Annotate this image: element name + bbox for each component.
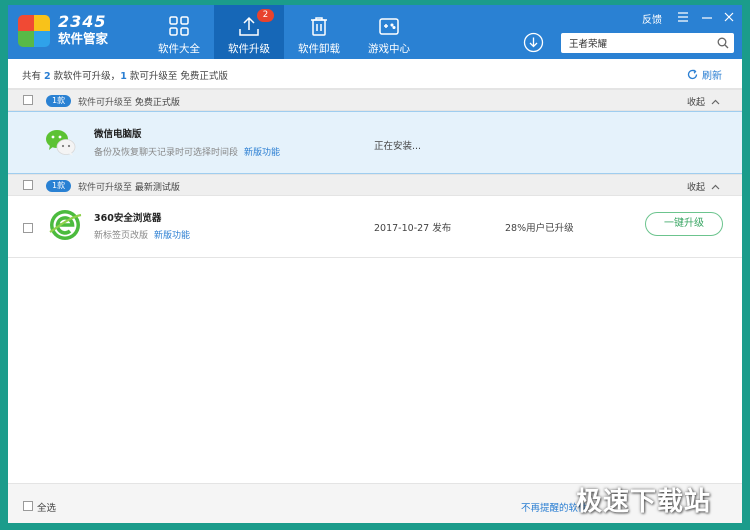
total-count: 2 [44,71,51,82]
app-row-360-browser[interactable]: 360安全浏览器 新标签页改版 新版功能 2017-10-27 发布 28%用户已… [8,196,742,258]
section-free-release: 1款 软件可升级至 免费正式版 收起 [8,89,742,111]
upgrade-summary-bar: 共有 2 款软件可升级，1 款可升级至 免费正式版 刷新 [8,59,742,89]
tab-label: 软件大全 [158,43,200,55]
tab-software-all[interactable]: 软件大全 [144,5,214,59]
brand-name: 软件管家 [58,31,109,46]
summary-text: 款可升级至 免费正式版 [126,71,228,82]
minimize-icon[interactable] [700,10,714,24]
chevron-up-icon [711,99,720,104]
install-status: 正在安装... [374,141,422,152]
section-target: 免费正式版 [134,98,180,108]
refresh-label: 刷新 [702,71,722,82]
section-beta-release: 1款 软件可升级至 最新测试版 收起 [8,174,742,196]
brand-number: 2345 [58,12,107,31]
app-name: 微信电脑版 [94,129,142,140]
section-text: 软件可升级至 [78,183,133,193]
section-checkbox[interactable] [23,180,33,190]
tab-label: 软件卸载 [298,43,340,55]
app-window: 2345 软件管家 软件大全 2 软件升级 软件卸载 游戏中心 反馈 王者荣耀 … [8,5,742,523]
app-description: 备份及恢复聊天记录时可选择时间段 新版功能 [94,145,280,158]
refresh-icon [687,69,698,80]
app-description: 新标签页改版 新版功能 [94,228,190,241]
section-checkbox[interactable] [23,95,33,105]
wechat-icon [46,130,76,156]
section-text: 软件可升级至 [78,98,133,108]
search-box [561,33,734,53]
collapse-label: 收起 [686,183,705,193]
section-title: 软件可升级至 最新测试版 [78,180,180,193]
select-all-checkbox[interactable] [23,501,33,511]
app-desc-text: 备份及恢复聊天记录时可选择时间段 [94,148,239,158]
search-input[interactable] [561,33,711,53]
tab-software-uninstall[interactable]: 软件卸载 [284,5,354,59]
app-name: 360安全浏览器 [94,213,162,224]
brand: 2345 软件管家 [58,14,108,46]
app-checkbox[interactable] [23,223,33,233]
refresh-button[interactable]: 刷新 [687,67,722,82]
summary-text: 共有 [22,71,45,82]
upgrade-count-badge: 2 [257,9,274,22]
site-watermark: 极速下载站 [576,487,712,517]
collapse-toggle[interactable]: 收起 [687,95,720,108]
select-all-label[interactable]: 全选 [37,500,56,514]
section-target: 最新测试版 [134,183,180,193]
tab-game-center[interactable]: 游戏中心 [354,5,424,59]
free-count: 1 [120,71,127,82]
app-row-wechat[interactable]: 微信电脑版 备份及恢复聊天记录时可选择时间段 新版功能 正在安装... [8,111,742,174]
gamepad-icon [379,18,399,35]
search-icon[interactable] [717,37,729,49]
trash-icon [311,17,327,36]
chevron-up-icon [711,184,720,189]
grid-icon [169,16,189,36]
app-desc-text: 新标签页改版 [94,231,149,241]
menu-icon[interactable] [676,10,690,24]
tab-label: 游戏中心 [368,43,410,55]
feedback-link[interactable]: 反馈 [642,11,662,26]
header-bar: 2345 软件管家 软件大全 2 软件升级 软件卸载 游戏中心 反馈 王者荣耀 [8,5,742,59]
collapse-toggle[interactable]: 收起 [687,180,720,193]
app-logo-icon [18,15,50,47]
release-date: 2017-10-27 发布 [374,223,452,234]
main-nav: 软件大全 2 软件升级 软件卸载 游戏中心 [144,5,424,59]
download-manager-icon[interactable] [523,32,544,53]
section-count-badge: 1款 [46,180,72,192]
collapse-label: 收起 [686,98,705,108]
one-click-upgrade-button[interactable]: 一键升级 [645,212,723,236]
close-icon[interactable] [722,10,736,24]
upgrade-summary: 共有 2 款软件可升级，1 款可升级至 免费正式版 [22,68,228,82]
summary-text: 款软件可升级， [50,71,121,82]
tab-label: 软件升级 [228,43,270,55]
section-title: 软件可升级至 免费正式版 [78,95,180,108]
new-features-link[interactable]: 新版功能 [244,148,280,158]
section-count-badge: 1款 [46,95,72,107]
tab-software-upgrade[interactable]: 2 软件升级 [214,5,284,59]
upgrade-ratio: 28%用户已升级 [505,223,574,234]
browser-360-icon [49,210,82,240]
new-features-link[interactable]: 新版功能 [154,231,190,241]
